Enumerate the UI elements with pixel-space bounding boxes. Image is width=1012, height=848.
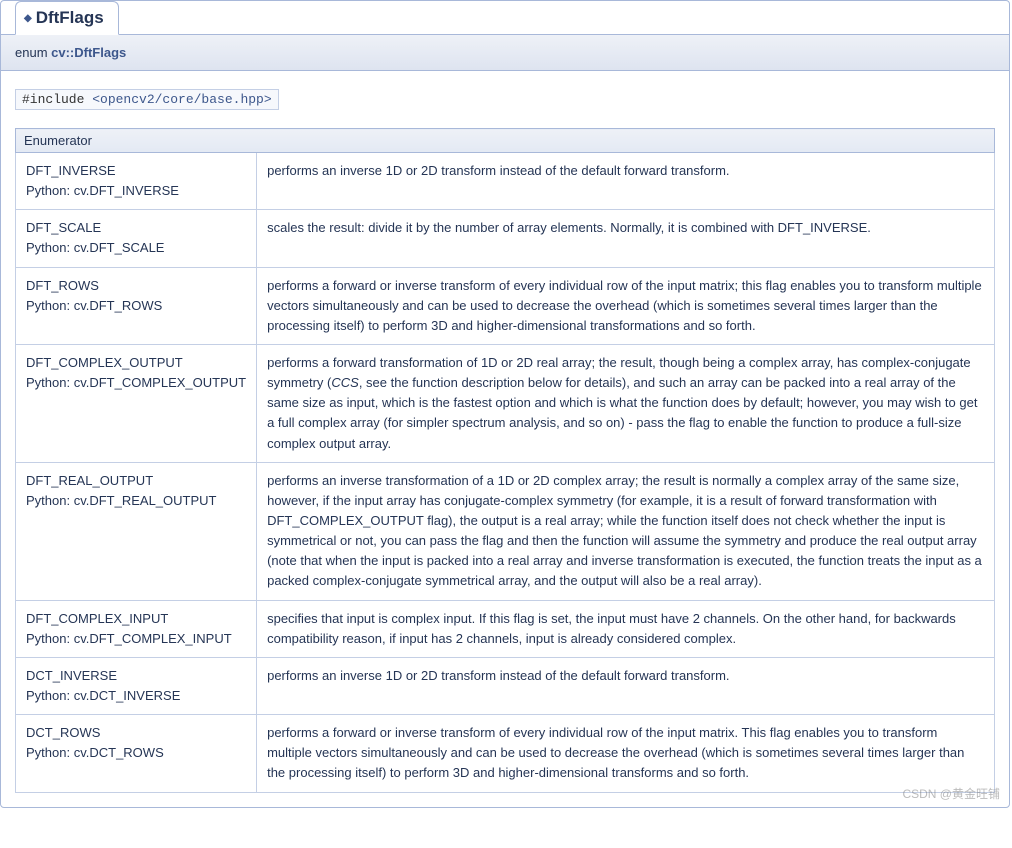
python-prefix: Python: — [26, 375, 74, 390]
tab-bar: ◆ DftFlags — [1, 0, 1009, 34]
python-prefix: Python: — [26, 298, 74, 313]
enum-name-cell: DFT_REAL_OUTPUT Python: cv.DFT_REAL_OUTP… — [16, 462, 257, 600]
enum-python-name: cv.DFT_REAL_OUTPUT — [74, 493, 217, 508]
enum-description: performs an inverse 1D or 2D transform i… — [257, 657, 995, 714]
watermark-text: CSDN @黄金旺铺 — [902, 785, 1000, 802]
table-row: DFT_COMPLEX_INPUT Python: cv.DFT_COMPLEX… — [16, 600, 995, 657]
enum-python-name: cv.DFT_SCALE — [74, 240, 165, 255]
tab-label: DftFlags — [36, 8, 104, 27]
enum-python-name: cv.DFT_COMPLEX_OUTPUT — [74, 375, 246, 390]
enum-name-cell: DFT_COMPLEX_INPUT Python: cv.DFT_COMPLEX… — [16, 600, 257, 657]
enum-name-cell: DCT_INVERSE Python: cv.DCT_INVERSE — [16, 657, 257, 714]
enum-name-cell: DFT_SCALE Python: cv.DFT_SCALE — [16, 210, 257, 267]
enum-name-cell: DFT_ROWS Python: cv.DFT_ROWS — [16, 267, 257, 344]
table-row: DFT_REAL_OUTPUT Python: cv.DFT_REAL_OUTP… — [16, 462, 995, 600]
enum-c-name: DFT_COMPLEX_OUTPUT — [26, 353, 246, 373]
enum-python-name: cv.DFT_COMPLEX_INPUT — [74, 631, 232, 646]
enum-c-name: DCT_ROWS — [26, 723, 246, 743]
table-row: DFT_ROWS Python: cv.DFT_ROWS performs a … — [16, 267, 995, 344]
python-prefix: Python: — [26, 631, 74, 646]
python-prefix: Python: — [26, 183, 74, 198]
table-row: DFT_INVERSE Python: cv.DFT_INVERSE perfo… — [16, 153, 995, 210]
content-area: #include <opencv2/core/base.hpp> Enumera… — [1, 71, 1009, 807]
enum-description: performs a forward or inverse transform … — [257, 715, 995, 792]
table-row: DCT_INVERSE Python: cv.DCT_INVERSE perfo… — [16, 657, 995, 714]
enum-c-name: DFT_REAL_OUTPUT — [26, 471, 246, 491]
enum-c-name: DFT_INVERSE — [26, 161, 246, 181]
enumerator-table: Enumerator DFT_INVERSE Python: cv.DFT_IN… — [15, 128, 995, 793]
include-directive: #include <opencv2/core/base.hpp> — [15, 89, 279, 110]
table-row: DFT_COMPLEX_OUTPUT Python: cv.DFT_COMPLE… — [16, 344, 995, 462]
table-row: DCT_ROWS Python: cv.DCT_ROWS performs a … — [16, 715, 995, 792]
include-keyword: #include — [22, 92, 92, 107]
enum-python-name: cv.DFT_ROWS — [74, 298, 163, 313]
anchor-bullet-icon: ◆ — [24, 13, 32, 24]
signature-bar: enum cv::DftFlags — [1, 34, 1009, 71]
enum-description-emph: CCS — [331, 375, 358, 390]
table-row: DFT_SCALE Python: cv.DFT_SCALE scales th… — [16, 210, 995, 267]
enum-c-name: DFT_SCALE — [26, 218, 246, 238]
include-path: <opencv2/core/base.hpp> — [92, 92, 271, 107]
enum-name-cell: DCT_ROWS Python: cv.DCT_ROWS — [16, 715, 257, 792]
signature-qualified-name[interactable]: cv::DftFlags — [51, 45, 126, 60]
enum-description: specifies that input is complex input. I… — [257, 600, 995, 657]
python-prefix: Python: — [26, 240, 74, 255]
enum-python-name: cv.DFT_INVERSE — [74, 183, 179, 198]
doc-item-box: ◆ DftFlags enum cv::DftFlags #include <op… — [0, 0, 1010, 808]
python-prefix: Python: — [26, 745, 74, 760]
table-header: Enumerator — [16, 129, 995, 153]
section-tab[interactable]: ◆ DftFlags — [15, 1, 119, 35]
enum-name-cell: DFT_COMPLEX_OUTPUT Python: cv.DFT_COMPLE… — [16, 344, 257, 462]
python-prefix: Python: — [26, 493, 74, 508]
enum-python-name: cv.DCT_ROWS — [74, 745, 164, 760]
enum-c-name: DFT_COMPLEX_INPUT — [26, 609, 246, 629]
enum-c-name: DCT_INVERSE — [26, 666, 246, 686]
enum-python-name: cv.DCT_INVERSE — [74, 688, 181, 703]
enum-c-name: DFT_ROWS — [26, 276, 246, 296]
enum-description: performs a forward transformation of 1D … — [257, 344, 995, 462]
enum-description: scales the result: divide it by the numb… — [257, 210, 995, 267]
signature-prefix: enum — [15, 45, 51, 60]
enum-description: performs an inverse 1D or 2D transform i… — [257, 153, 995, 210]
enum-description: performs a forward or inverse transform … — [257, 267, 995, 344]
enum-name-cell: DFT_INVERSE Python: cv.DFT_INVERSE — [16, 153, 257, 210]
python-prefix: Python: — [26, 688, 74, 703]
enum-description: performs an inverse transformation of a … — [257, 462, 995, 600]
enum-description-post: , see the function description below for… — [267, 375, 977, 450]
